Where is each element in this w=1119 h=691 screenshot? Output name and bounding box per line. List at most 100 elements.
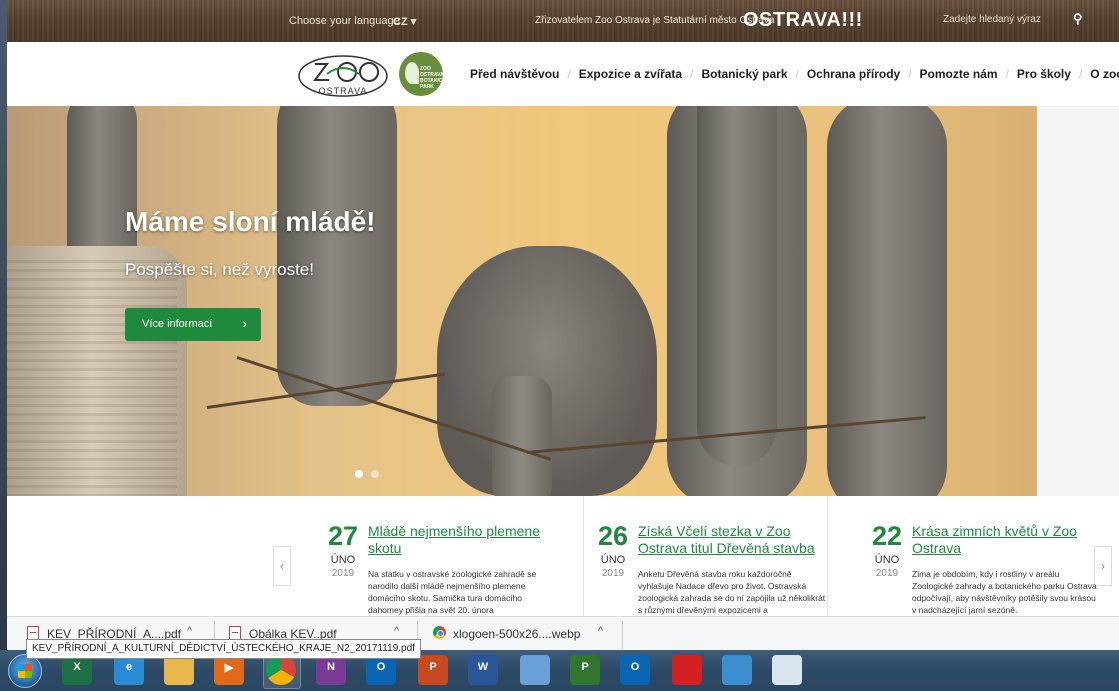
logo-text: OSTRAVA [319, 86, 368, 96]
nav-separator: / [567, 67, 571, 81]
divider [583, 496, 584, 616]
slider-dots [355, 470, 379, 478]
nav-item[interactable]: Expozice a zvířata [579, 67, 682, 81]
caret-down-icon: ▾ [410, 16, 417, 28]
chrome-file-icon [433, 626, 446, 639]
leaf-icon [405, 62, 419, 84]
nav-item[interactable]: Ochrana přírody [807, 67, 900, 81]
language-value: CZ [393, 16, 408, 28]
news-item: 26 ÚNO 2019 Získá Včelí stezka v Zoo Ostrav… [593, 521, 843, 616]
news-day: 22 [871, 521, 903, 551]
taskbar-app-letter: O [630, 661, 640, 673]
hero-title: Máme sloní mládě! [125, 206, 376, 237]
news-text: Anketu Dřevěná stavba roku každoročně vy… [638, 569, 826, 615]
divider [622, 621, 623, 649]
elephant-trunk [697, 106, 777, 466]
chevron-up-icon[interactable]: ^ [598, 625, 603, 637]
nav-item[interactable]: Pomozte nám [920, 67, 998, 81]
nav-item[interactable]: O zoo [1090, 67, 1119, 81]
taskbar-app-letter: W [477, 661, 489, 673]
filename-tooltip: KEV_PŘÍRODNÍ_A_KULTURNÍ_DĚDICTVÍ_ÚSTECKÉ… [26, 639, 421, 659]
news-month: ÚNO [874, 554, 900, 566]
chrome-icon[interactable] [266, 655, 296, 685]
top-bar: Choose your language CZ ▾ Zřizovatelem Z… [7, 0, 1119, 42]
ostrava-city-logo[interactable]: OSTRAVA!!! [743, 9, 863, 32]
project-icon[interactable]: P [570, 655, 600, 685]
elephant-trunk [277, 106, 397, 406]
more-info-button[interactable]: Více informací › [125, 308, 261, 341]
park-logo-text: ZOO OSTRAVA BOTANICKÝ PARK [420, 66, 450, 90]
news-year: 2019 [601, 568, 625, 579]
chevron-up-icon[interactable]: ^ [394, 625, 399, 637]
chevron-left-icon: ‹ [280, 559, 284, 573]
news-year: 2019 [331, 568, 355, 579]
download-filename: xlogoen-500x26....webp [453, 627, 581, 641]
zoo-ostrava-logo[interactable]: OSTRAVA [297, 50, 389, 100]
news-strip: ‹ › 27 ÚNO 2019 Mládě nejmenšího plemene sk… [7, 496, 1119, 616]
word-icon[interactable]: W [468, 655, 498, 685]
news-item: 27 ÚNO 2019 Mládě nejmenšího plemene skotu N… [323, 521, 573, 616]
photos-icon[interactable] [722, 655, 752, 685]
nav-item[interactable]: Botanický park [701, 67, 787, 81]
taskbar-app-letter: e [125, 661, 133, 673]
powerpoint-icon[interactable]: P [418, 655, 448, 685]
news-title[interactable]: Získá Včelí stezka v Zoo Ostrava titul D… [638, 523, 828, 557]
main-nav: Před návštěvou / Expozice a zvířata / Botani… [470, 67, 1119, 81]
nav-separator: / [1078, 67, 1083, 81]
news-item: 22 ÚNO 2019 Krása zimních květů v Zoo Ostra… [867, 521, 1117, 616]
nav-separator: / [1005, 67, 1009, 81]
file-explorer-icon[interactable] [164, 655, 194, 685]
nav-separator: / [908, 67, 912, 81]
search-icon[interactable]: ⚲ [1073, 11, 1089, 29]
news-text: Zima je obdobím, kdy i rostliny v areálu… [912, 569, 1097, 615]
desktop-strip [0, 0, 7, 650]
hero-side-gap [1037, 106, 1119, 496]
nav-item[interactable]: Pro školy [1017, 67, 1071, 81]
wooden-log [7, 246, 187, 496]
chevron-right-icon: › [242, 316, 247, 331]
download-item[interactable]: xlogoen-500x26....webp ^ [433, 625, 623, 645]
elephant-leg [827, 106, 947, 496]
news-text: Na statku v ostravské zoologické zahradě… [368, 569, 537, 615]
media-player-icon[interactable]: ▶ [214, 655, 244, 685]
news-day: 27 [327, 521, 359, 551]
slider-dot[interactable] [355, 470, 363, 478]
nav-item[interactable]: Před návštěvou [470, 67, 559, 81]
hero-slider: Máme sloní mládě! Pospěšte si, než vyros… [7, 106, 1037, 496]
slider-dot[interactable] [371, 470, 379, 478]
news-prev-button[interactable]: ‹ [273, 546, 291, 586]
site-header: OSTRAVA ZOO OSTRAVA BOTANICKÝ PARK Před … [7, 42, 1119, 106]
founder-text: Zřizovatelem Zoo Ostrava je Statutární m… [535, 15, 775, 26]
nav-separator: / [690, 67, 694, 81]
excel-icon[interactable]: X [62, 655, 92, 685]
taskbar-app-letter: ▶ [224, 662, 234, 674]
acrobat-icon[interactable] [672, 655, 702, 685]
news-month: ÚNO [330, 554, 356, 566]
search-input[interactable]: Zadejte hledaný výraz [943, 14, 1083, 25]
taskbar-app-letter: O [376, 661, 386, 673]
start-button[interactable] [8, 654, 42, 688]
chevron-up-icon[interactable]: ^ [187, 625, 192, 637]
snipping-tool-icon[interactable] [772, 655, 802, 685]
calf-trunk [492, 376, 552, 496]
news-day: 26 [597, 521, 629, 551]
onenote-icon[interactable]: N [316, 655, 346, 685]
language-select[interactable]: CZ ▾ [393, 15, 416, 28]
botanical-park-logo[interactable]: ZOO OSTRAVA BOTANICKÝ PARK [399, 52, 449, 96]
internet-explorer-icon[interactable]: e [114, 655, 144, 685]
taskbar-app-letter: P [429, 661, 437, 673]
taskbar-app-letter: N [327, 661, 335, 673]
nav-separator: / [795, 67, 799, 81]
browser-viewport: Choose your language CZ ▾ Zřizovatelem Z… [7, 0, 1119, 650]
outlook-icon[interactable]: O [366, 655, 396, 685]
taskbar-app-letter: P [581, 661, 589, 673]
news-year: 2019 [875, 568, 899, 579]
news-title[interactable]: Mládě nejmenšího plemene skotu [368, 523, 558, 557]
news-month: ÚNO [600, 554, 626, 566]
news-title[interactable]: Krása zimních květů v Zoo Ostrava [912, 523, 1102, 557]
lync-icon[interactable] [520, 655, 550, 685]
taskbar-app-letter: X [73, 661, 81, 673]
outlook-icon-2[interactable]: O [620, 655, 650, 685]
more-info-label: Více informací [142, 318, 213, 330]
language-label: Choose your language [289, 15, 400, 27]
